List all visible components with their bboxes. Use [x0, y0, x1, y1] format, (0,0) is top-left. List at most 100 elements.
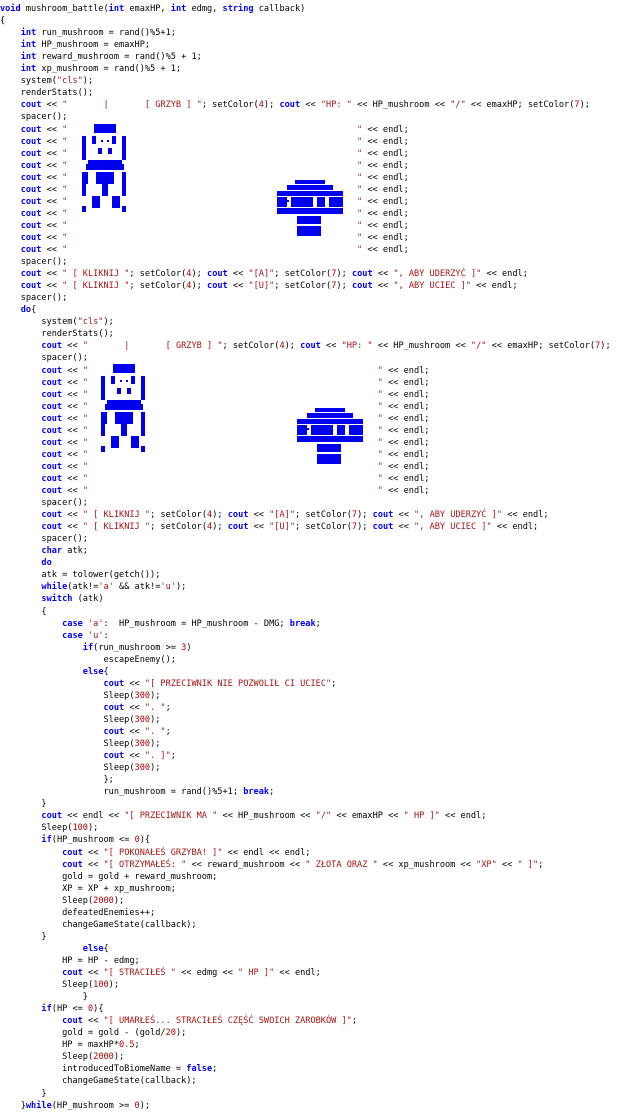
code-token: ; — [165, 727, 171, 737]
keyword-token: cout — [41, 365, 63, 376]
sprite-pixel — [317, 454, 341, 464]
sprite-pixel — [319, 425, 333, 435]
code-token: Sleep( — [0, 714, 135, 725]
code-line: Sleep(2000); — [0, 895, 124, 907]
string-token: ", ABY UCIEC ]" — [414, 522, 492, 533]
code-token: << endl << endl; — [222, 847, 311, 858]
keyword-token: if — [41, 1004, 52, 1015]
code-line: cout << " [ KLIKNIJ "; setColor(4); cout… — [0, 268, 528, 280]
code-token: << endl; — [362, 172, 409, 183]
keyword-token: cout — [300, 341, 321, 352]
code-line: case 'a': HP_mushroom = HP_mushroom - DM… — [0, 618, 321, 630]
code-line: cout << " " << endl; — [0, 461, 429, 473]
string-token: " " — [62, 245, 363, 255]
code-token: ); — [113, 895, 125, 906]
sprite-pixel — [86, 164, 124, 170]
code-token: << — [41, 232, 63, 243]
string-token: "/" — [450, 100, 466, 111]
code-line: HP = maxHP*0.5; — [0, 1039, 140, 1051]
sprite-pixel — [122, 172, 126, 184]
sprite-pixel — [277, 191, 343, 196]
code-token: << endl; — [382, 437, 430, 448]
code-line: spacer(); — [0, 352, 88, 364]
sprite-pixel — [277, 197, 287, 207]
code-token: << — [124, 678, 145, 689]
code-line: do — [0, 557, 51, 569]
code-line: do{ — [0, 304, 37, 316]
code-token: << — [41, 269, 63, 280]
code-token: (HP_mushroom >= — [51, 1100, 135, 1111]
number-token: 2000 — [93, 1052, 114, 1063]
number-token: 300 — [134, 763, 151, 774]
string-token: 'a' — [98, 582, 114, 593]
code-line: while(atk!='a' && atk!='u'); — [0, 581, 186, 593]
code-token: << endl; — [382, 449, 430, 460]
code-token: Sleep( — [0, 823, 73, 834]
code-line: HP = HP - edmg; — [0, 955, 140, 967]
code-token: << — [62, 389, 83, 400]
code-line: if(HP_mushroom <= 0){ — [0, 834, 150, 846]
string-token: "HP: " — [320, 100, 352, 111]
code-line: gold = gold + reward_mushroom; — [0, 871, 217, 883]
keyword-token: break — [289, 618, 316, 629]
code-line: cout << ". ]"; — [0, 750, 175, 762]
code-editor[interactable]: void mushroom_battle(int emaxHP, int edm… — [0, 0, 630, 1111]
keyword-token: if — [82, 642, 94, 653]
code-token: spacer(); — [0, 257, 68, 268]
string-token: "[U]" — [248, 281, 275, 292]
code-line: cout << " " << endl; — [0, 244, 409, 256]
string-token: ". ]" — [144, 751, 171, 762]
sprite-pixel — [101, 412, 107, 424]
keyword-token: cout — [20, 281, 42, 292]
code-line: cout << " [ KLIKNIJ "; setColor(4); cout… — [0, 280, 518, 292]
keyword-token: cout — [20, 100, 42, 111]
keyword-token: do — [20, 305, 32, 316]
sprite-pixel — [82, 206, 86, 212]
code-token: ){ — [93, 1004, 104, 1015]
code-token: ; — [538, 859, 544, 870]
code-token: << endl; — [362, 160, 409, 171]
code-token: ; — [331, 678, 337, 689]
string-token: " HP ]" — [238, 968, 275, 978]
code-line: cout << " " << endl; — [0, 232, 409, 244]
sprite-pixel — [111, 376, 115, 384]
string-token: 'a' — [87, 618, 104, 629]
code-token: }; — [0, 775, 114, 786]
code-line: cout << endl << "[ PRZECIWNIK MA " << HP… — [0, 810, 486, 822]
code-line: cout << "[ PRZECIWNIK NIE POZWOLIŁ CI UC… — [0, 678, 336, 690]
keyword-token: cout — [41, 341, 63, 352]
code-token: HP = HP - edmg; — [0, 955, 140, 966]
string-token: ", ABY UDERZYĆ ]" — [414, 510, 503, 521]
code-token: ); — [191, 269, 208, 280]
code-token: << endl; — [470, 281, 518, 292]
keyword-token: cout — [207, 269, 228, 280]
keyword-token: cout — [20, 136, 42, 147]
code-token: : — [103, 630, 109, 641]
code-line: defeatedEnemies++; — [0, 907, 155, 919]
sprite-pixel — [111, 436, 119, 448]
sprite-pixel — [105, 404, 143, 410]
sprite-pixel — [337, 425, 345, 435]
code-line: cout << " " << endl; — [0, 389, 429, 401]
sprite-pixel — [287, 200, 289, 202]
keyword-token: cout — [62, 859, 83, 870]
code-token: introducedToBiomeName = — [0, 1064, 187, 1075]
string-token: " ZŁOTA ORAZ " — [305, 859, 378, 870]
code-token: ); — [336, 281, 352, 292]
sprite-pixel — [311, 425, 319, 435]
code-token: ; setColor( — [129, 281, 187, 292]
code-token: << — [41, 220, 63, 231]
code-line: Sleep(300); — [0, 714, 160, 726]
code-token: ); — [600, 341, 611, 352]
keyword-token: if — [41, 835, 52, 846]
code-token: << endl; — [362, 196, 409, 207]
number-token: 20 — [165, 1028, 176, 1039]
